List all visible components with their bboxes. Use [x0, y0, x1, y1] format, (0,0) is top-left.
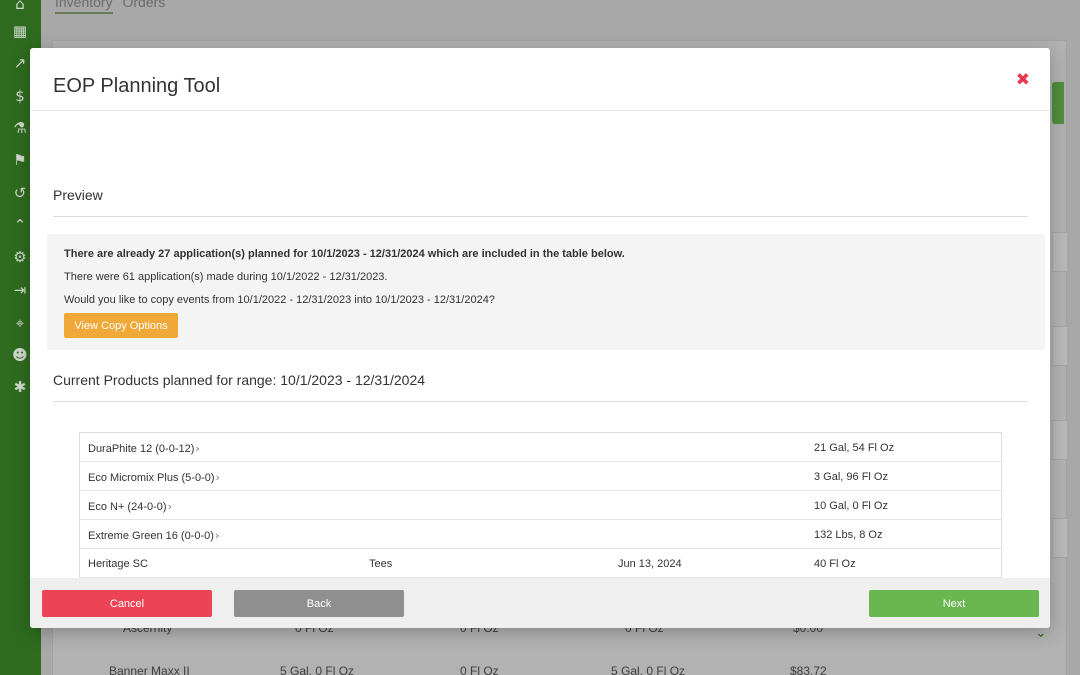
- amount-cell: 3 Gal, 96 Fl Oz: [814, 471, 888, 483]
- product-name-cell-text: Extreme Green 16 (0-0-0): [88, 530, 214, 542]
- product-name-cell: Heritage SC: [88, 558, 148, 570]
- table-row[interactable]: Extreme Green 16 (0-0-0)› 132 Lbs, 8 Oz: [80, 520, 1001, 549]
- sign-out-icon[interactable]: ⇥: [10, 280, 30, 300]
- back-button[interactable]: Back: [234, 590, 404, 617]
- product-name-cell: Eco N+ (24-0-0)›: [88, 500, 172, 513]
- date-cell: Jun 13, 2024: [618, 558, 682, 570]
- area-cell-text: Tees: [369, 558, 393, 570]
- chevron-right-icon[interactable]: ›: [195, 442, 199, 455]
- current-products-title: Current Products planned for range: 10/1…: [53, 372, 426, 388]
- amount-cell-text: 40 Fl Oz: [814, 558, 856, 570]
- cancel-button[interactable]: Cancel: [42, 590, 212, 617]
- chevron-right-icon[interactable]: ›: [216, 471, 220, 484]
- made-applications-text: There were 61 application(s) made during…: [64, 271, 388, 283]
- home-icon[interactable]: ⌂: [10, 0, 30, 14]
- product-name-cell: DuraPhite 12 (0-0-12)›: [88, 442, 200, 455]
- flask-icon[interactable]: ⚗: [10, 118, 30, 138]
- dollar-icon[interactable]: $: [10, 86, 30, 106]
- table-row[interactable]: Heritage SC Tees Jun 13, 2024 40 Fl Oz: [80, 549, 1001, 578]
- eop-planning-modal: EOP Planning Tool ✖ Preview There are al…: [30, 48, 1050, 628]
- products-table: DuraPhite 12 (0-0-12)› 21 Gal, 54 Fl Oz Ec…: [79, 432, 1002, 578]
- calendar-icon[interactable]: ▦: [10, 21, 30, 41]
- background-cell: Banner Maxx II: [109, 664, 190, 675]
- background-action-button[interactable]: [1052, 82, 1064, 124]
- background-cell: $83.72: [790, 664, 827, 675]
- background-side-tab: [1052, 420, 1068, 460]
- user-cog-icon[interactable]: ☻: [10, 345, 30, 365]
- gear-icon[interactable]: ⚙: [10, 247, 30, 267]
- chevron-right-icon[interactable]: ›: [168, 500, 172, 513]
- background-cell: 0 Fl Oz: [460, 664, 499, 675]
- product-name-cell-text: Heritage SC: [88, 558, 148, 570]
- divider: [53, 216, 1028, 217]
- modal-title: EOP Planning Tool: [53, 75, 221, 97]
- preview-title: Preview: [53, 187, 103, 203]
- planned-applications-text: There are already 27 application(s) plan…: [64, 248, 625, 260]
- bug-icon[interactable]: ✱: [10, 377, 30, 397]
- background-cell: 5 Gal, 0 Fl Oz: [280, 664, 355, 675]
- tab-orders[interactable]: Orders: [122, 0, 165, 10]
- modal-body: Preview There are already 27 application…: [30, 112, 1050, 578]
- amount-cell-text: 132 Lbs, 8 Oz: [814, 529, 883, 541]
- date-cell-text: Jun 13, 2024: [618, 558, 682, 570]
- tab-inventory[interactable]: Inventory: [55, 0, 113, 14]
- copy-question-text: Would you like to copy events from 10/1/…: [64, 294, 495, 306]
- background-tabs: Inventory Orders: [55, 0, 171, 14]
- amount-cell: 10 Gal, 0 Fl Oz: [814, 500, 888, 512]
- modal-footer: Cancel Back Next: [30, 578, 1050, 628]
- history-icon[interactable]: ↺: [10, 183, 30, 203]
- table-row[interactable]: Eco Micromix Plus (5-0-0)› 3 Gal, 96 Fl O…: [80, 462, 1001, 491]
- table-row[interactable]: Eco N+ (24-0-0)› 10 Gal, 0 Fl Oz: [80, 491, 1001, 520]
- background-cell: 5 Gal, 0 Fl Oz: [611, 664, 686, 675]
- chevron-right-icon[interactable]: ›: [215, 529, 219, 542]
- amount-cell: 40 Fl Oz: [814, 558, 856, 570]
- table-row[interactable]: DuraPhite 12 (0-0-12)› 21 Gal, 54 Fl Oz: [80, 433, 1001, 462]
- divider: [53, 401, 1028, 402]
- modal-header: EOP Planning Tool ✖: [30, 48, 1050, 111]
- amount-cell-text: 3 Gal, 96 Fl Oz: [814, 471, 888, 483]
- graduation-cap-icon[interactable]: ⌃: [10, 215, 30, 235]
- area-cell: Tees: [369, 558, 392, 570]
- amount-cell: 132 Lbs, 8 Oz: [814, 529, 883, 541]
- amount-cell-text: 21 Gal, 54 Fl Oz: [814, 442, 895, 454]
- flag-icon[interactable]: ⚑: [10, 150, 30, 170]
- product-name-cell-text: Eco N+ (24-0-0): [88, 501, 167, 513]
- product-name-cell: Extreme Green 16 (0-0-0)›: [88, 529, 219, 542]
- map-marker-icon[interactable]: ⌖: [10, 313, 30, 333]
- view-copy-options-button[interactable]: View Copy Options: [64, 313, 178, 338]
- product-name-cell-text: DuraPhite 12 (0-0-12): [88, 443, 195, 455]
- chart-line-icon[interactable]: ↗: [10, 53, 30, 73]
- close-icon[interactable]: ✖: [1016, 70, 1030, 90]
- next-button[interactable]: Next: [869, 590, 1039, 617]
- background-side-tab: [1052, 232, 1068, 272]
- product-name-cell: Eco Micromix Plus (5-0-0)›: [88, 471, 220, 484]
- amount-cell-text: 10 Gal, 0 Fl Oz: [814, 500, 888, 512]
- product-name-cell-text: Eco Micromix Plus (5-0-0): [88, 472, 215, 484]
- copy-info-panel: There are already 27 application(s) plan…: [47, 234, 1045, 350]
- amount-cell: 21 Gal, 54 Fl Oz: [814, 442, 894, 454]
- background-side-tab: [1052, 518, 1068, 558]
- background-side-tab: [1052, 326, 1068, 366]
